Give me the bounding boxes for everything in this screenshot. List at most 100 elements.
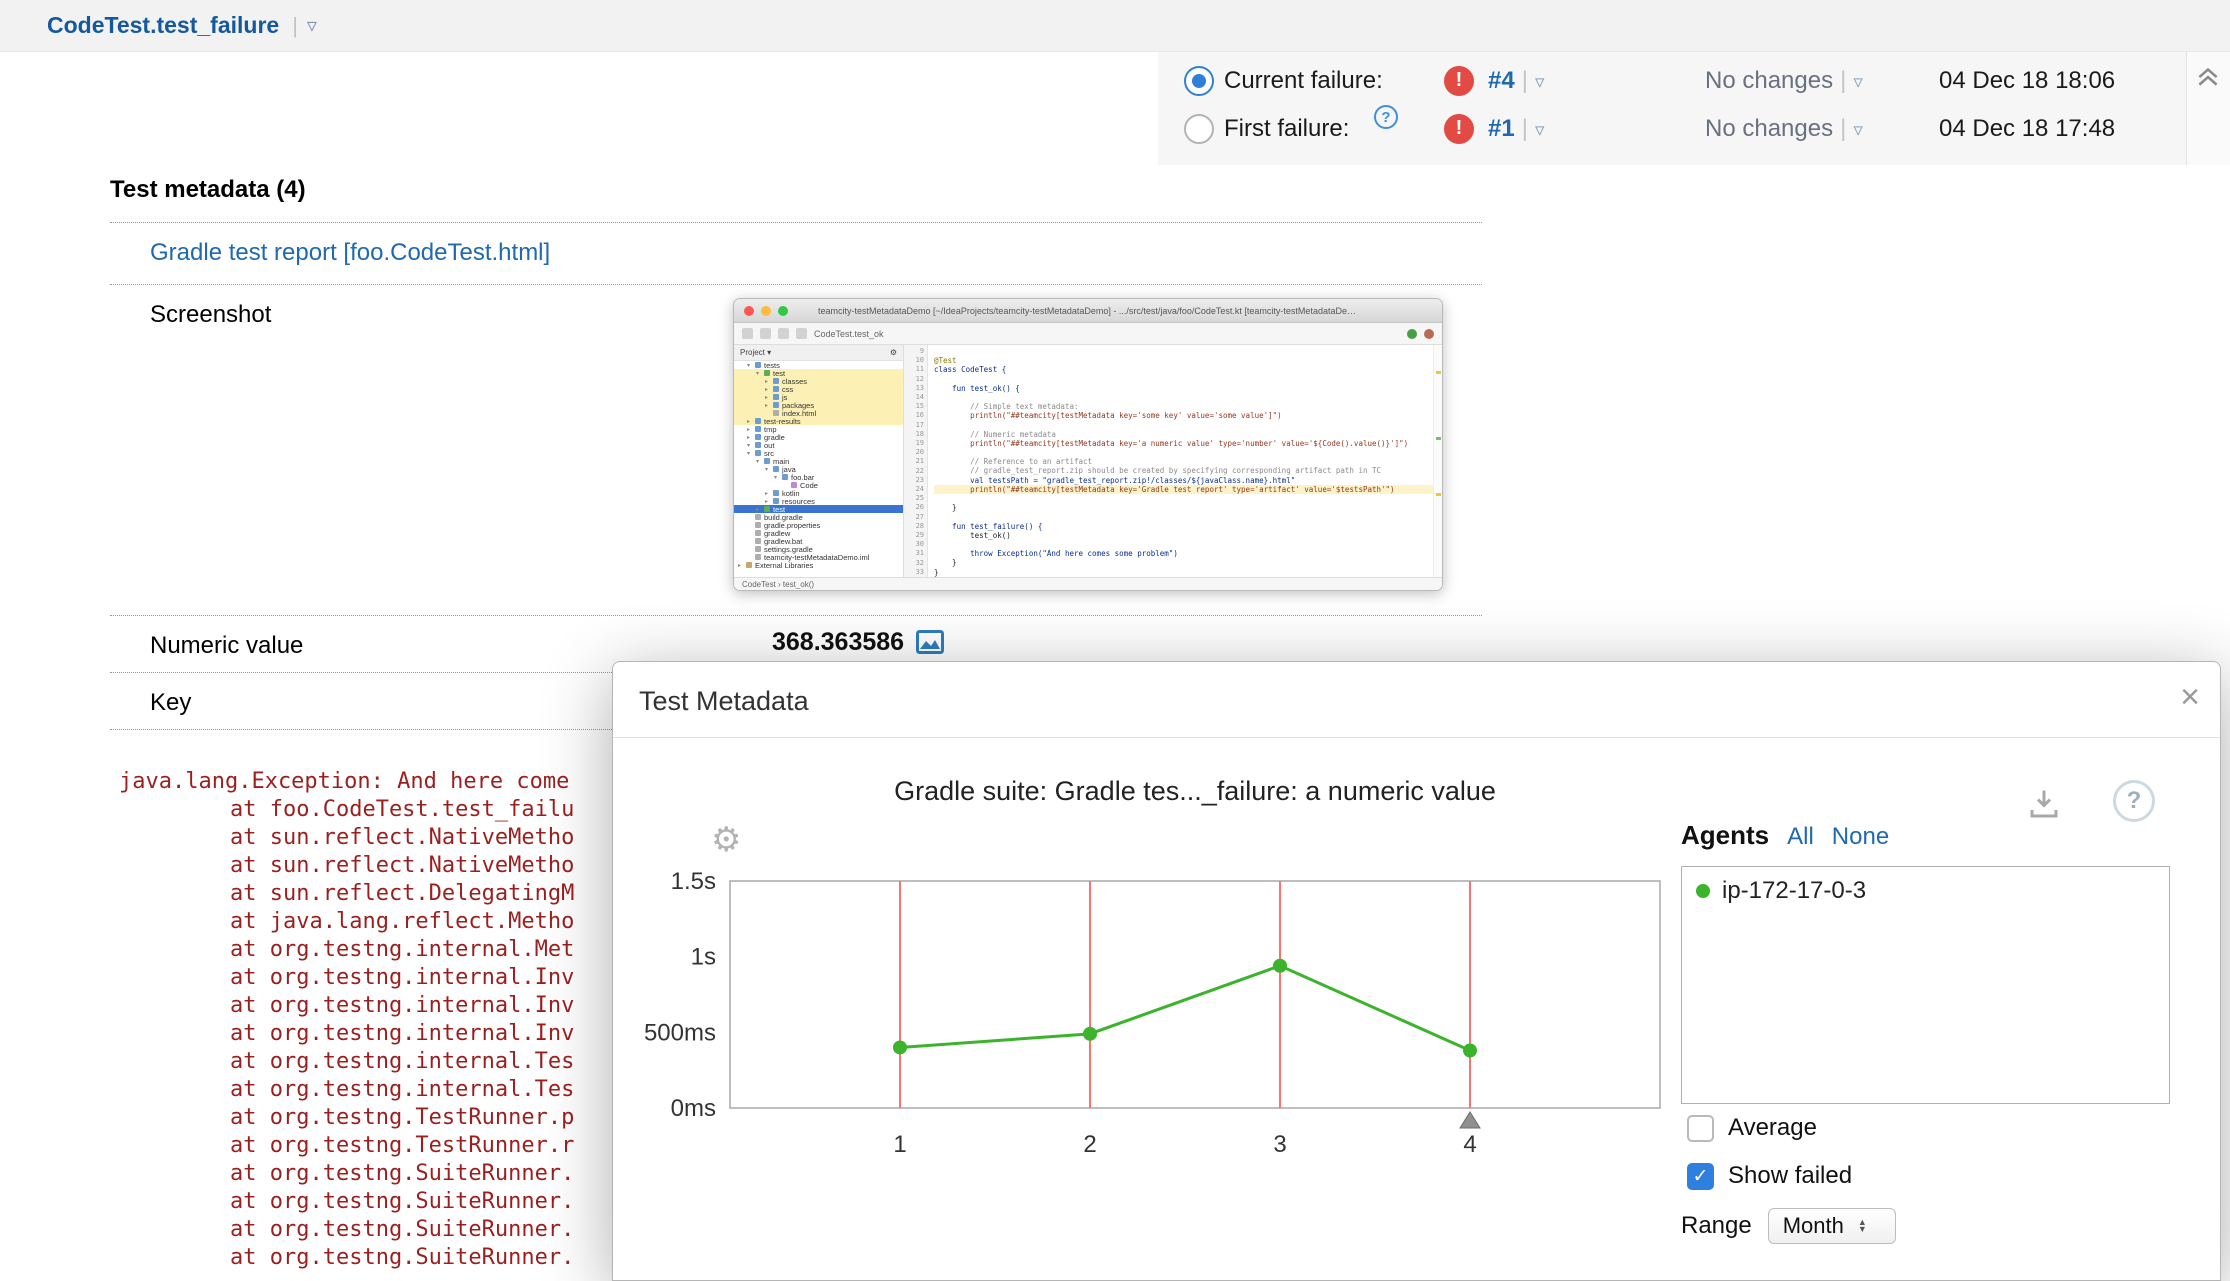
select-arrows-icon: ▲ ▼ (1857, 1217, 1867, 1234)
editor-scroll-marks (1433, 345, 1442, 577)
agents-none-link[interactable]: None (1832, 823, 1889, 851)
current-failure-date: 04 Dec 18 18:06 (1939, 67, 2116, 94)
gradle-report-link[interactable]: Gradle test report [foo.CodeTest.html] (150, 239, 550, 267)
range-select[interactable]: Month ▲ ▼ (1767, 1208, 1896, 1244)
modal-title: Test Metadata (639, 686, 809, 716)
mac-traffic-lights (744, 305, 788, 316)
editor-line-numbers: 9 10 11 12 13 14 15 16 17 18 19 20 21 22 23 24 25 26 27 28 2… (904, 345, 928, 577)
ide-tree-item: ▾ out (747, 440, 775, 450)
average-row: Average (1687, 1114, 1817, 1142)
stacktrace-line: at org.testng.SuiteRunner. (230, 1245, 575, 1270)
ide-run-config: CodeTest.test_ok (814, 328, 884, 339)
first-failure-radio[interactable] (1184, 114, 1214, 144)
current-build-link[interactable]: #4 | ▿ (1488, 67, 1544, 95)
changes-dropdown-icon[interactable]: ▿ (1853, 120, 1863, 141)
current-failure-radio[interactable] (1184, 66, 1214, 96)
agents-listbox[interactable]: ip-172-17-0-3 (1681, 866, 2170, 1104)
ide-tree-item: ▾ src (747, 448, 774, 458)
project-panel-header: Project ▾ ⚙ (734, 345, 903, 361)
ide-tree-item: ▾ test (734, 369, 903, 378)
download-icon[interactable] (2025, 786, 2063, 827)
ide-editor: 9 10 11 12 13 14 15 16 17 18 19 20 21 22 23 24 25 26 27 28 2… (904, 345, 1442, 577)
first-failure-label: First failure: (1224, 115, 1350, 142)
build-dropdown-icon[interactable]: ▿ (1535, 72, 1545, 93)
ide-body: Project ▾ ⚙ ▾ tests ▾ test ▸ classes ▸ css ▸ js ▸ pa… (734, 345, 1442, 577)
build-dropdown-icon[interactable]: ▿ (1535, 120, 1545, 141)
ide-tree-item: ▾ tests (747, 360, 780, 370)
ide-toolbar: CodeTest.test_ok (734, 323, 1442, 345)
stacktrace-line: at org.testng.TestRunner.r (230, 1133, 575, 1158)
key-label: Key (150, 689, 192, 716)
agent-list-item[interactable]: ip-172-17-0-3 (1682, 867, 2169, 915)
metric-line-chart: 0ms 500ms 1s 1.5s 1 2 3 4 (644, 868, 1661, 1158)
close-icon[interactable]: × (2180, 680, 2200, 714)
editor-code: @Test class CodeTest { fun test_ok() { //… (928, 345, 1433, 577)
agents-header: Agents All None (1681, 820, 1889, 851)
stacktrace-line: java.lang.Exception: And here come (119, 769, 570, 794)
ide-tree-item: ▸ gradle (747, 432, 785, 442)
show-failed-checkbox[interactable]: ✓ (1687, 1162, 1714, 1190)
svg-text:2: 2 (1083, 1131, 1096, 1158)
ide-tree-item: ▸ css (734, 385, 903, 394)
first-failure-date: 04 Dec 18 17:48 (1939, 115, 2116, 142)
chart-help-icon[interactable]: ? (2113, 780, 2155, 822)
ide-tree-item: index.html (734, 409, 903, 418)
ide-status-bar: CodeTest › test_ok() (734, 577, 1442, 590)
average-checkbox[interactable] (1687, 1114, 1714, 1142)
range-label: Range (1681, 1212, 1752, 1239)
ide-tree-item: ▸ resources (765, 496, 815, 506)
ide-project-tree: Project ▾ ⚙ ▾ tests ▾ test ▸ classes ▸ css ▸ js ▸ pa… (734, 345, 904, 577)
test-metadata-section: Test metadata (4) Gradle test report [fo… (110, 172, 1482, 730)
failure-status-icon: ! (1444, 114, 1474, 144)
chart-title: Gradle suite: Gradle tes..._failure: a n… (894, 776, 1496, 806)
first-build-link[interactable]: #1 | ▿ (1488, 115, 1544, 143)
ide-screenshot-thumbnail[interactable]: teamcity-testMetadataDemo [~/IdeaProject… (733, 298, 1443, 591)
collapse-panel-icon[interactable] (2194, 62, 2222, 90)
stacktrace-line: at org.testng.SuiteRunner. (230, 1217, 575, 1242)
stacktrace-line: at org.testng.internal.Inv (230, 965, 575, 990)
stacktrace-line: at java.lang.reflect.Metho (230, 909, 575, 934)
changes-dropdown-icon[interactable]: ▿ (1853, 72, 1863, 93)
agent-color-dot (1696, 884, 1710, 898)
chart-settings-gear-icon[interactable]: ⚙ (711, 820, 741, 860)
svg-text:4: 4 (1463, 1131, 1476, 1158)
ide-tree-item: ▸ js (734, 393, 903, 402)
current-changes-dropdown[interactable]: No changes | ▿ (1705, 67, 1863, 95)
agents-all-link[interactable]: All (1787, 823, 1814, 851)
chart-thumbnail-icon[interactable] (916, 630, 944, 659)
ide-tree-item: Code (734, 481, 903, 490)
svg-text:500ms: 500ms (644, 1019, 716, 1046)
ide-window-title: teamcity-testMetadataDemo [~/IdeaProject… (818, 305, 1358, 316)
current-failure-label: Current failure: (1224, 67, 1383, 94)
stacktrace-line: at org.testng.internal.Inv (230, 1021, 575, 1046)
separator: | (1840, 67, 1847, 94)
modal-header: Test Metadata × (613, 662, 2220, 738)
ide-tree-item: ▸ packages (734, 401, 903, 410)
metadata-row-screenshot: Screenshot teamcity-testMetadataDemo [~/… (110, 284, 1482, 615)
separator: | (1521, 115, 1528, 142)
ide-tree-item: ▸ test-results (734, 417, 903, 426)
stacktrace-line: at org.testng.internal.Met (230, 937, 575, 962)
test-metadata-modal: Test Metadata × Gradle suite: Gradle tes… (612, 661, 2221, 1281)
stacktrace-line: at org.testng.internal.Inv (230, 993, 575, 1018)
agents-heading: Agents (1681, 820, 1770, 850)
ide-tree-item: gradle.properties (734, 521, 903, 530)
test-name-title[interactable]: CodeTest.test_failure (47, 12, 279, 39)
ide-tree-item: ▸ kotlin (765, 488, 800, 498)
current-failure-row: Current failure: ! #4 | ▿ No changes | ▿ 04 … (1158, 63, 2168, 99)
stacktrace-line: at org.testng.internal.Tes (230, 1077, 575, 1102)
ide-tree-item: ▾ main (756, 456, 790, 466)
stacktrace-line: at sun.reflect.DelegatingM (230, 881, 575, 906)
ide-tree-item: ▸ test (734, 505, 903, 514)
run-icon (1407, 328, 1417, 339)
ide-tree-item: gradlew (734, 529, 903, 538)
help-icon[interactable]: ? (1374, 105, 1398, 129)
failure-status-icon: ! (1444, 66, 1474, 96)
show-failed-row: ✓ Show failed (1687, 1162, 1852, 1190)
first-changes-dropdown[interactable]: No changes | ▿ (1705, 115, 1863, 143)
stacktrace-line: at org.testng.SuiteRunner. (230, 1189, 575, 1214)
stacktrace-line: at org.testng.SuiteRunner. (230, 1161, 575, 1186)
first-failure-row: First failure: ? ! #1 | ▿ No changes | ▿ 04 … (1158, 105, 2168, 147)
stacktrace-line: at org.testng.TestRunner.p (230, 1105, 575, 1130)
test-name-dropdown-icon[interactable]: ▿ (307, 13, 317, 38)
